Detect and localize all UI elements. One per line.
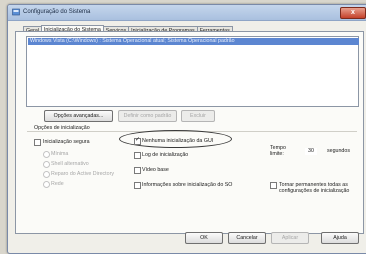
timeout-label: Tempo limite: <box>270 145 286 157</box>
window-title: Configuração do Sistema <box>23 9 91 15</box>
base-video-checkbox[interactable] <box>134 167 141 174</box>
set-default-button[interactable]: Definir como padrão <box>118 110 177 122</box>
timeout-unit: segundos <box>327 148 350 154</box>
make-permanent-label: Tornar permanentes todas as configuraçõe… <box>279 182 350 195</box>
boot-log-checkbox[interactable] <box>134 152 141 159</box>
alternate-shell-label: Shell alternativo <box>51 161 89 167</box>
safe-boot-label: Inicialização segura <box>43 139 90 145</box>
title-bar[interactable]: Configuração do Sistema x <box>8 5 366 21</box>
ad-repair-label: Reparo do Active Directory <box>51 171 115 177</box>
ad-repair-radio[interactable] <box>43 171 50 178</box>
make-permanent-checkbox[interactable] <box>270 182 277 189</box>
safe-boot-checkbox[interactable] <box>34 139 41 146</box>
msconfig-icon <box>12 8 20 16</box>
boot-entry-selected[interactable]: Windows Vista (C:\Windows) : Sistema Ope… <box>28 38 359 45</box>
network-radio[interactable] <box>43 181 50 188</box>
delete-button[interactable]: Excluir <box>181 110 215 122</box>
cancel-button[interactable]: Cancelar <box>228 232 266 244</box>
no-gui-boot-label: Nenhuma inicialização da GUI <box>142 138 214 144</box>
close-button[interactable]: x <box>340 7 366 19</box>
os-boot-info-checkbox[interactable] <box>134 182 141 189</box>
alternate-shell-radio[interactable] <box>43 161 50 168</box>
timeout-input[interactable]: 30 <box>305 148 317 155</box>
help-button[interactable]: Ajuda <box>321 232 359 244</box>
no-gui-boot-checkbox[interactable] <box>134 136 141 145</box>
network-label: Rede <box>51 181 64 187</box>
minimal-radio[interactable] <box>43 151 50 158</box>
advanced-options-button[interactable]: Opções avançadas... <box>44 110 113 122</box>
base-video-label: Vídeo base <box>142 167 169 173</box>
boot-entries-list[interactable]: Windows Vista (C:\Windows) : Sistema Ope… <box>26 36 359 107</box>
minimal-label: Mínima <box>51 151 69 157</box>
apply-button[interactable]: Aplicar <box>271 232 309 244</box>
ok-button[interactable]: OK <box>185 232 223 244</box>
boot-log-label: Log de inicialização <box>142 152 189 158</box>
os-boot-info-label: Informações sobre inicialização do SO <box>142 182 233 188</box>
